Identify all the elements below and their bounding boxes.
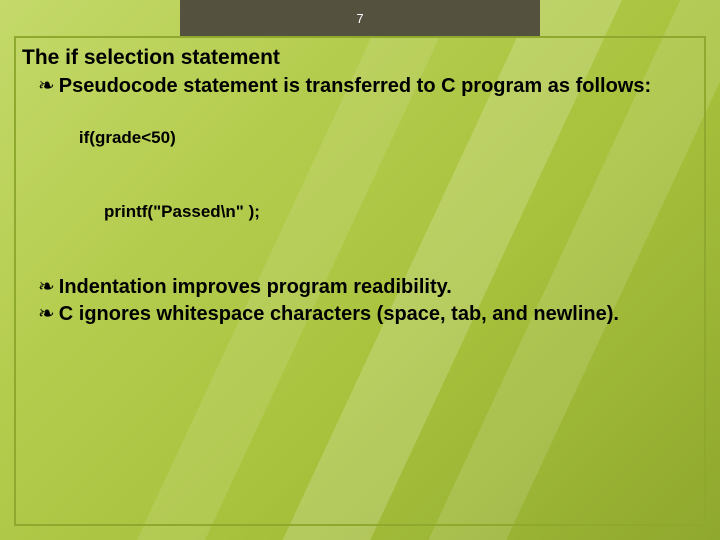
bullet-icon: ❧ <box>38 74 55 99</box>
bullet-item: ❧ Indentation improves program readibili… <box>22 275 698 300</box>
page-number: 7 <box>356 11 363 26</box>
code-block: if(grade<50) printf("Passed\n" ); <box>60 101 698 273</box>
code-line: if(grade<50) <box>79 128 176 147</box>
bullet-item: ❧ Pseudocode statement is transferred to… <box>22 74 698 99</box>
bullet-icon: ❧ <box>38 275 55 300</box>
bullet-text: Indentation improves program readibility… <box>59 275 698 300</box>
slide-content: The if selection statement ❧ Pseudocode … <box>22 46 698 329</box>
bullet-text: C ignores whitespace characters (space, … <box>59 302 698 327</box>
slide-title: The if selection statement <box>22 46 698 70</box>
page-number-tab: 7 <box>180 0 540 36</box>
bullet-icon: ❧ <box>38 302 55 327</box>
bullet-text: Pseudocode statement is transferred to C… <box>59 74 698 99</box>
code-line: printf("Passed\n" ); <box>60 200 698 225</box>
bullet-item: ❧ C ignores whitespace characters (space… <box>22 302 698 327</box>
